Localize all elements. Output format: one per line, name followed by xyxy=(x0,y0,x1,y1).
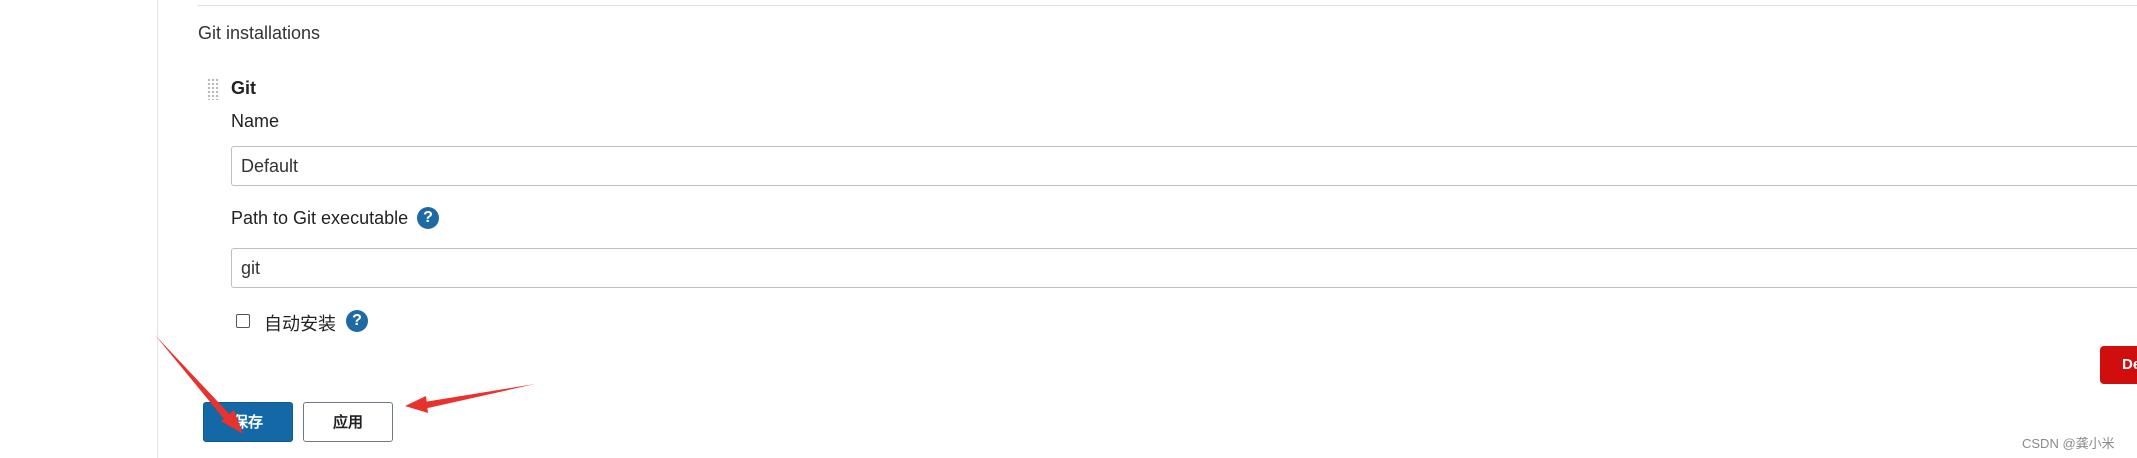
annotation-arrow-apply xyxy=(405,384,535,413)
path-input[interactable] xyxy=(231,248,2137,288)
section-title: Git installations xyxy=(198,23,321,43)
watermark: CSDN @龚小米 xyxy=(2022,436,2115,451)
drag-handle-icon[interactable] xyxy=(207,78,220,100)
question-mark-icon[interactable]: ? xyxy=(346,310,368,332)
name-label: Name xyxy=(231,111,280,131)
apply-button[interactable]: 应用 xyxy=(303,402,393,442)
annotation-arrows xyxy=(155,335,535,434)
auto-install-label: 自动安装 xyxy=(264,314,336,334)
path-label: Path to Git executable xyxy=(231,208,409,228)
section-divider xyxy=(198,5,2137,6)
side-panel-divider xyxy=(157,0,158,458)
name-input[interactable] xyxy=(231,146,2137,186)
tool-title: Git xyxy=(231,78,256,98)
delete-button-label: Delete xyxy=(2122,356,2137,373)
delete-button[interactable]: Delete xyxy=(2100,346,2137,384)
question-mark-icon[interactable]: ? xyxy=(417,207,439,229)
auto-install-checkbox[interactable] xyxy=(236,314,250,328)
save-button[interactable]: 保存 xyxy=(203,402,293,442)
jenkins-global-tool-config-page: Git installations Git Name Path to Git e… xyxy=(0,0,2137,458)
